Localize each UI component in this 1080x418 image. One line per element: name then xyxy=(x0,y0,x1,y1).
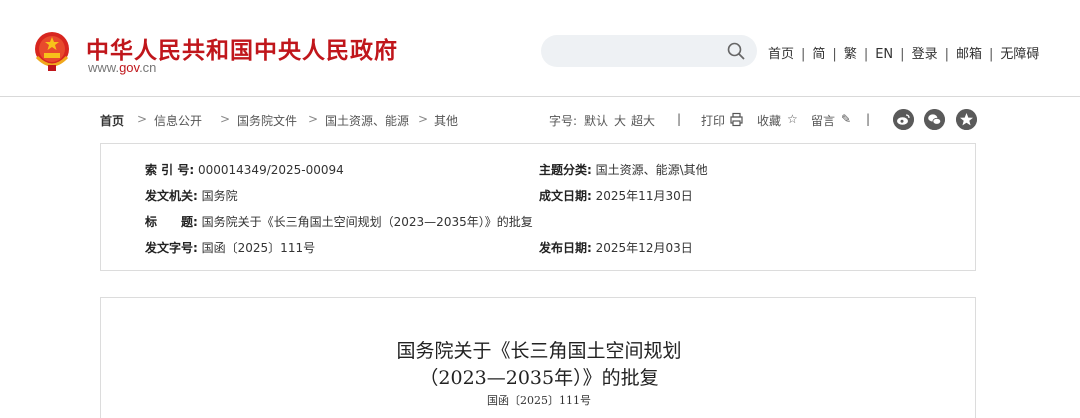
font-default-button[interactable]: 默认 xyxy=(584,112,608,129)
breadcrumb-arrow-icon: > xyxy=(418,112,429,126)
meta-index-label: 索 引 号: xyxy=(145,163,195,177)
article-title-line1: 国务院关于《长三角国土空间规划 xyxy=(396,340,682,362)
meta-docno-value: 国函〔2025〕111号 xyxy=(201,241,316,255)
meta-published-label: 发布日期: xyxy=(539,241,592,255)
article-body: 国务院关于《长三角国土空间规划 （2023—2035年）》的批复 国函〔2025… xyxy=(100,297,976,418)
comment-button[interactable]: 留言 xyxy=(811,112,835,129)
nav-accessibility[interactable]: 无障碍 xyxy=(1000,47,1039,62)
font-size-label: 字号: xyxy=(549,114,578,128)
breadcrumb-home[interactable]: 首页 xyxy=(100,112,124,129)
breadcrumb-item-category[interactable]: 国土资源、能源 xyxy=(325,112,409,129)
meta-issuer: 发文机关: 国务院 xyxy=(145,187,238,204)
meta-title: 标 题: 国务院关于《长三角国土空间规划（2023—2035年）》的批复 xyxy=(145,213,533,230)
meta-created: 成文日期: 2025年11月30日 xyxy=(539,187,693,204)
breadcrumb-item-docs[interactable]: 国务院文件 xyxy=(237,112,297,129)
meta-published-value: 2025年12月03日 xyxy=(595,241,693,255)
favorite-button[interactable]: 收藏 xyxy=(757,112,781,129)
breadcrumb-item-info[interactable]: 信息公开 xyxy=(154,112,202,129)
search-input[interactable] xyxy=(541,35,757,67)
nav-separator: | xyxy=(900,47,905,62)
meta-title-label: 标 题: xyxy=(145,215,198,229)
pen-icon[interactable]: ✎ xyxy=(841,112,851,126)
meta-subject-label: 主题分类: xyxy=(539,163,592,177)
nav-mail[interactable]: 邮箱 xyxy=(956,47,982,62)
nav-simplified[interactable]: 简 xyxy=(812,47,825,62)
breadcrumb-item-other[interactable]: 其他 xyxy=(434,112,458,129)
qzone-icon[interactable] xyxy=(956,109,977,130)
breadcrumb-arrow-icon: > xyxy=(220,112,231,126)
breadcrumb-arrow-icon: > xyxy=(308,112,319,126)
font-large-button[interactable]: 大 xyxy=(614,112,626,129)
breadcrumb: 首页 > 信息公开 > 国务院文件 > 国土资源、能源 > 其他 字号: 默认 … xyxy=(100,109,977,130)
article-doc-number: 国函〔2025〕111号 xyxy=(487,394,591,407)
nav-login[interactable]: 登录 xyxy=(912,47,938,62)
top-nav: 首页 | 简 | 繁 | EN | 登录 | 邮箱 | 无障碍 xyxy=(768,43,1039,62)
meta-created-label: 成文日期: xyxy=(539,189,592,203)
meta-created-value: 2025年11月30日 xyxy=(595,189,693,203)
meta-index-value: 000014349/2025-00094 xyxy=(197,163,344,177)
nav-separator: | xyxy=(988,47,994,62)
meta-docno-label: 发文字号: xyxy=(145,241,198,255)
nav-traditional[interactable]: 繁 xyxy=(844,47,857,62)
weibo-icon[interactable] xyxy=(893,109,914,130)
nav-separator: | xyxy=(832,47,837,62)
nav-home[interactable]: 首页 xyxy=(768,47,794,62)
nav-separator: | xyxy=(863,47,869,62)
meta-published: 发布日期: 2025年12月03日 xyxy=(539,239,693,256)
meta-title-value: 国务院关于《长三角国土空间规划（2023—2035年）》的批复 xyxy=(201,215,533,229)
document-metadata: 索 引 号: 000014349/2025-00094 主题分类: 国土资源、能… xyxy=(100,143,976,271)
meta-issuer-label: 发文机关: xyxy=(145,189,198,203)
site-url-suffix: .cn xyxy=(139,60,157,75)
meta-subject: 主题分类: 国土资源、能源\其他 xyxy=(539,161,708,178)
nav-separator: | xyxy=(944,47,949,62)
site-url-brand: gov xyxy=(119,60,140,75)
meta-issuer-value: 国务院 xyxy=(201,189,238,203)
star-icon[interactable]: ☆ xyxy=(787,112,798,126)
meta-subject-value: 国土资源、能源\其他 xyxy=(595,163,708,177)
site-url[interactable]: www.gov.cn xyxy=(88,60,156,75)
nav-separator: | xyxy=(801,47,806,62)
article-title-line2: （2023—2035年）》的批复 xyxy=(419,367,659,389)
tools-divider: | xyxy=(677,112,682,126)
national-emblem-icon[interactable] xyxy=(31,29,73,73)
search-icon[interactable] xyxy=(727,42,745,60)
site-url-prefix: www. xyxy=(88,60,120,75)
print-icon[interactable] xyxy=(729,112,744,127)
wechat-icon[interactable] xyxy=(924,109,945,130)
tools-divider: | xyxy=(866,112,871,126)
print-button[interactable]: 打印 xyxy=(701,112,725,129)
breadcrumb-arrow-icon: > xyxy=(137,112,148,126)
font-xlarge-button[interactable]: 超大 xyxy=(631,112,655,129)
meta-index: 索 引 号: 000014349/2025-00094 xyxy=(145,161,344,178)
site-header: 中华人民共和国中央人民政府 www.gov.cn 首页 | 简 | 繁 | EN | 登录 | 邮箱… xyxy=(0,0,1080,97)
nav-english[interactable]: EN xyxy=(875,47,893,62)
meta-docno: 发文字号: 国函〔2025〕111号 xyxy=(145,239,315,256)
